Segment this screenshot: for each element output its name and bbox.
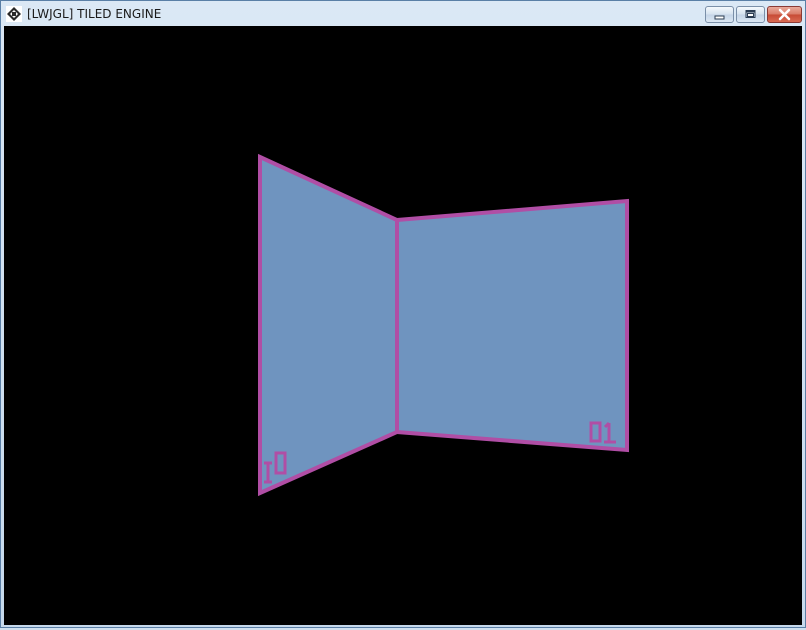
wall-panel-left <box>258 153 399 497</box>
app-window: [LWJGL] TILED ENGINE <box>0 0 806 628</box>
scene-canvas <box>258 153 629 497</box>
wall-panel-right <box>395 198 629 453</box>
close-button[interactable] <box>767 6 802 23</box>
close-icon <box>778 8 791 21</box>
app-icon[interactable] <box>6 6 22 22</box>
title-bar[interactable]: [LWJGL] TILED ENGINE <box>1 1 805 27</box>
minimize-button[interactable] <box>705 6 734 23</box>
minimize-icon <box>714 15 725 20</box>
window-title: [LWJGL] TILED ENGINE <box>27 7 162 21</box>
render-viewport[interactable] <box>4 26 802 625</box>
restore-icon <box>745 10 756 18</box>
maximize-button[interactable] <box>736 6 765 23</box>
